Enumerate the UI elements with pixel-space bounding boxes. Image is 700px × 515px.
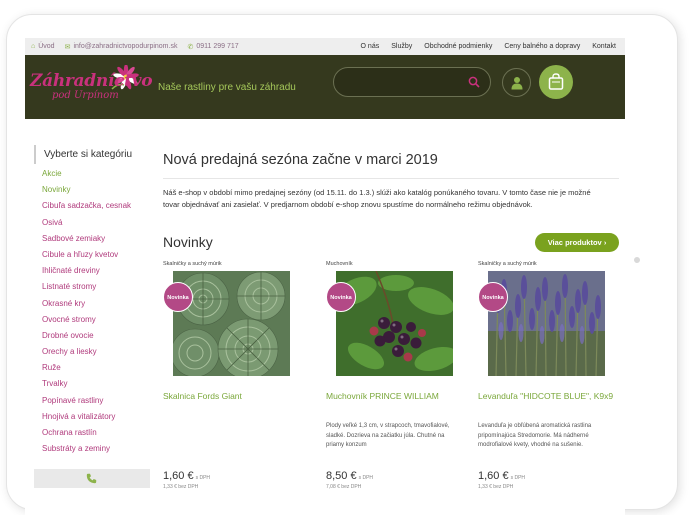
sidebar-category-item[interactable]: Sadbové zemiaky: [34, 231, 150, 247]
email-link[interactable]: ✉ info@zahradnictvopodurpinom.sk: [65, 43, 178, 51]
price-value: 1,60 €: [163, 470, 194, 482]
nav-shipping[interactable]: Ceny balného a dopravy: [504, 43, 580, 50]
phone-icon: [86, 473, 97, 484]
main-content: Nová predajná sezóna začne v marci 2019 …: [163, 145, 619, 490]
product-image-serviceberry[interactable]: [336, 271, 453, 376]
cart-button[interactable]: [539, 65, 573, 99]
category-list: Akcie Novinky Cibuľa sadzačka, cesnak Osivá…: [34, 166, 150, 457]
home-label: Úvod: [38, 43, 55, 50]
page-headline: Nová predajná sezóna začne v marci 2019: [163, 152, 619, 179]
sidebar-category-item[interactable]: Okrasné kry: [34, 296, 150, 312]
sidebar-category-item[interactable]: Ovocné stromy: [34, 312, 150, 328]
novinky-header: Novinky Viac produktov ›: [163, 233, 619, 254]
search-input[interactable]: [333, 67, 491, 97]
phone-icon: ✆: [187, 43, 194, 51]
nav-contact[interactable]: Kontakt: [592, 43, 616, 50]
price-value: 1,60 €: [478, 470, 509, 482]
logo-subtext: pod Urpínom: [52, 90, 119, 101]
home-icon: ⌂: [31, 43, 36, 50]
product-category[interactable]: Muchovník: [326, 261, 466, 269]
price-net: 1,33 € bez DPH: [163, 484, 199, 490]
nav-about[interactable]: O nás: [361, 43, 380, 50]
sidebar-category-item[interactable]: Ihličnaté dreviny: [34, 263, 150, 279]
sidebar-category-item[interactable]: Cibuľa sadzačka, cesnak: [34, 198, 150, 214]
sidebar-category-item[interactable]: Drobné ovocie: [34, 328, 150, 344]
phone-label: 0911 299 717: [196, 43, 239, 50]
nav-services[interactable]: Služby: [391, 43, 412, 50]
product-card[interactable]: Skalničky a suchý múrik Novinka: [163, 261, 303, 490]
product-category[interactable]: Skalničky a suchý múrik: [163, 261, 303, 269]
sidebar-category-item[interactable]: Substráty a zeminy: [34, 441, 150, 457]
sidebar-category-item[interactable]: Popínavé rastliny: [34, 393, 150, 409]
sidebar-category-item[interactable]: Akcie: [34, 166, 150, 182]
top-bar: ⌂ Úvod ✉ info@zahradnictvopodurpinom.sk …: [25, 38, 625, 55]
sidebar-category-item[interactable]: Ruže: [34, 360, 150, 376]
nav-terms[interactable]: Obchodné podmienky: [424, 43, 492, 50]
frame-dot: [634, 257, 640, 263]
price-net: 7,08 € bez DPH: [326, 484, 362, 490]
price-vat-label: s DPH: [510, 475, 526, 481]
sidebar-category-item[interactable]: Hnojivá a vitalizátory: [34, 409, 150, 425]
intro-text: Náš e-shop v období mimo predajnej sezón…: [163, 188, 591, 209]
new-badge: Novinka: [163, 282, 193, 312]
top-nav: O nás Služby Obchodné podmienky Ceny bal…: [361, 43, 625, 50]
shopping-bag-icon: [548, 73, 564, 90]
tagline: Naše rastliny pre vašu záhradu: [158, 82, 296, 93]
price-net: 1,33 € bez DPH: [478, 484, 514, 490]
new-badge: Novinka: [326, 282, 356, 312]
product-image-sempervivum[interactable]: [173, 271, 290, 376]
product-category[interactable]: Skalničky a suchý múrik: [478, 261, 618, 269]
product-description: Plody veľké 1,3 cm, v strapcoch, tmavofi…: [326, 423, 450, 448]
new-badge: Novinka: [478, 282, 508, 312]
price-value: 8,50 €: [326, 470, 357, 482]
product-name[interactable]: Skalnica Fords Giant: [163, 391, 242, 401]
product-card[interactable]: Muchovník Novinka Muchovník PRINCE WILLI…: [326, 261, 466, 490]
category-sidebar: Vyberte si kategóriu Akcie Novinky Cibuľa …: [34, 145, 150, 457]
phone-link[interactable]: ✆ 0911 299 717: [187, 43, 238, 51]
sidebar-category-item[interactable]: Novinky: [34, 182, 150, 198]
home-link[interactable]: ⌂ Úvod: [31, 43, 55, 50]
user-account-button[interactable]: [502, 68, 531, 97]
more-products-button[interactable]: Viac produktov ›: [535, 233, 619, 252]
email-label: info@zahradnictvopodurpinom.sk: [73, 43, 178, 50]
product-name[interactable]: Muchovník PRINCE WILLIAM: [326, 391, 439, 401]
product-description: Levanduľa je obľúbená aromatická rastlin…: [478, 423, 592, 448]
site-logo[interactable]: Záhradníctvo pod Urpínom: [30, 65, 153, 111]
sidebar-category-item[interactable]: Orechy a liesky: [34, 344, 150, 360]
product-price: 1,60 € s DPH: [478, 470, 525, 482]
search-icon[interactable]: [468, 76, 480, 88]
price-vat-label: s DPH: [358, 475, 374, 481]
section-title: Novinky: [163, 234, 213, 250]
sidebar-category-item[interactable]: Cibule a hľuzy kvetov: [34, 247, 150, 263]
phone-contact-box[interactable]: [34, 469, 150, 488]
sidebar-category-item[interactable]: Trvalky: [34, 376, 150, 392]
product-name[interactable]: Levanduľa "HIDCOTE BLUE", K9x9: [478, 391, 613, 401]
site-header: Záhradníctvo pod Urpínom Naše rastliny p…: [25, 55, 625, 119]
logo-text: Záhradníctvo: [30, 71, 153, 91]
sidebar-category-item[interactable]: Osivá: [34, 215, 150, 231]
user-icon: [511, 77, 523, 90]
web-page: ⌂ Úvod ✉ info@zahradnictvopodurpinom.sk …: [25, 38, 625, 515]
sidebar-category-item[interactable]: Listnaté stromy: [34, 279, 150, 295]
product-card[interactable]: Skalničky a suchý múrik Novinka: [478, 261, 618, 490]
sidebar-title: Vyberte si kategóriu: [34, 145, 150, 164]
envelope-icon: ✉: [64, 43, 71, 51]
product-price: 8,50 € s DPH: [326, 470, 373, 482]
price-vat-label: s DPH: [195, 475, 211, 481]
product-image-lavender[interactable]: [488, 271, 605, 376]
product-price: 1,60 € s DPH: [163, 470, 210, 482]
sidebar-category-item[interactable]: Ochrana rastlín: [34, 425, 150, 441]
